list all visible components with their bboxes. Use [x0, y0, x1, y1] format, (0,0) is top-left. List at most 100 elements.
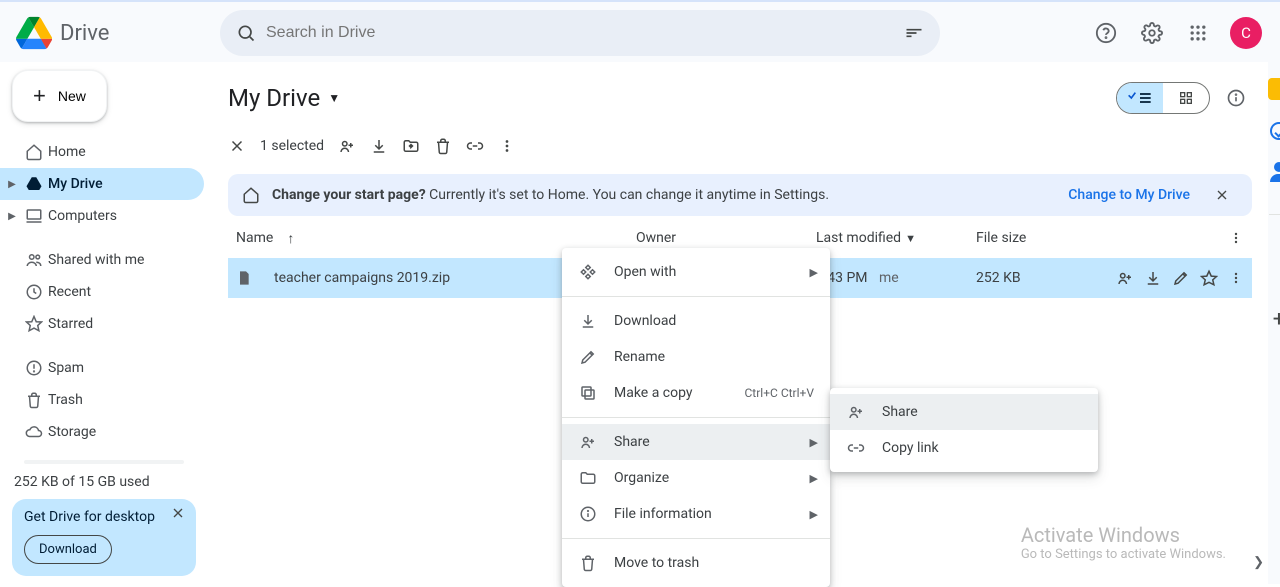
ctx-download[interactable]: Download — [562, 303, 830, 339]
selection-toolbar: 1 selected — [228, 126, 1252, 166]
expand-icon[interactable]: ▶ — [4, 211, 20, 222]
addons-plus-icon[interactable]: + — [1273, 307, 1280, 332]
spam-icon — [20, 359, 48, 377]
keep-icon[interactable] — [1268, 78, 1280, 100]
search-bar — [220, 10, 940, 56]
settings-icon[interactable] — [1132, 13, 1172, 53]
details-icon[interactable] — [1220, 82, 1252, 114]
contacts-icon[interactable] — [1270, 162, 1280, 182]
drive-logo-icon — [16, 15, 52, 51]
ctx-trash[interactable]: Move to trash — [562, 545, 830, 581]
share-button[interactable] — [338, 137, 356, 155]
star-icon — [20, 315, 48, 333]
share-submenu: Share Copy link — [830, 388, 1098, 472]
sort-asc-icon[interactable]: ↑ — [287, 230, 294, 247]
folder-icon — [578, 469, 598, 487]
sidebar-item-label: My Drive — [48, 176, 103, 192]
desktop-promo-title: Get Drive for desktop — [24, 509, 184, 525]
sidebar-item-starred[interactable]: ▶ Starred — [0, 308, 204, 340]
sidebar-item-computers[interactable]: ▶ Computers — [0, 200, 204, 232]
sidebar-item-home[interactable]: ▶ Home — [0, 136, 204, 168]
sidebar-item-label: Spam — [48, 360, 84, 376]
zip-icon — [236, 270, 260, 286]
row-share-icon[interactable] — [1116, 269, 1134, 287]
col-size[interactable]: File size — [976, 230, 1026, 246]
download-button[interactable] — [370, 137, 388, 155]
chevron-right-icon: ▶ — [810, 508, 818, 521]
sidebar-item-shared[interactable]: ▶ Shared with me — [0, 244, 204, 276]
row-download-icon[interactable] — [1144, 269, 1162, 287]
close-icon[interactable] — [170, 505, 186, 521]
banner-cta[interactable]: Change to My Drive — [1068, 187, 1190, 203]
col-name[interactable]: Name — [236, 230, 273, 246]
move-button[interactable] — [402, 137, 420, 155]
sidebar-item-my-drive[interactable]: ▶ My Drive — [0, 168, 204, 200]
search-options-icon[interactable] — [894, 13, 934, 53]
chevron-down-icon[interactable]: ▼ — [905, 232, 916, 245]
layout-toggle — [1116, 82, 1210, 114]
ctx-file-info[interactable]: File information ▶ — [562, 496, 830, 532]
sidebar-item-label: Home — [48, 144, 86, 160]
desktop-download-button[interactable]: Download — [24, 535, 112, 564]
plus-icon: + — [33, 85, 46, 107]
open-with-icon — [578, 263, 598, 281]
ctx-rename[interactable]: Rename — [562, 339, 830, 375]
trash-icon — [20, 391, 48, 409]
app-name: Drive — [60, 21, 109, 46]
expand-icon[interactable]: ▶ — [4, 179, 20, 190]
home-icon — [20, 143, 48, 161]
apps-icon[interactable] — [1178, 13, 1218, 53]
submenu-share[interactable]: Share — [830, 394, 1098, 430]
side-panel: + — [1268, 62, 1280, 584]
ctx-open-with[interactable]: Open with ▶ — [562, 254, 830, 290]
new-button[interactable]: + New — [12, 70, 107, 122]
search-icon[interactable] — [226, 13, 266, 53]
row-rename-icon[interactable] — [1172, 269, 1190, 287]
list-view-button[interactable] — [1117, 83, 1163, 113]
sidebar-item-recent[interactable]: ▶ Recent — [0, 276, 204, 308]
banner-close-icon[interactable] — [1214, 187, 1238, 203]
more-icon[interactable] — [1228, 230, 1244, 246]
more-button[interactable] — [498, 137, 516, 155]
storage-text: 252 KB of 15 GB used — [14, 474, 192, 490]
col-owner[interactable]: Owner — [636, 230, 676, 246]
storage-bar — [24, 460, 184, 464]
modified-by: me — [879, 270, 899, 286]
hide-side-panel-icon[interactable]: ❯ — [1253, 555, 1264, 570]
sidebar-item-spam[interactable]: ▶ Spam — [0, 352, 204, 384]
row-star-icon[interactable] — [1200, 269, 1218, 287]
ctx-make-copy[interactable]: Make a copy Ctrl+C Ctrl+V — [562, 375, 830, 411]
sidebar-item-label: Trash — [48, 392, 83, 408]
help-icon[interactable] — [1086, 13, 1126, 53]
context-menu: Open with ▶ Download Rename Make a copy … — [562, 248, 830, 587]
sidebar-item-label: Storage — [48, 424, 96, 440]
delete-button[interactable] — [434, 137, 452, 155]
chevron-right-icon: ▶ — [810, 472, 818, 485]
new-button-label: New — [58, 88, 86, 104]
clear-selection-button[interactable] — [228, 137, 246, 155]
start-page-banner: Change your start page? Currently it's s… — [228, 174, 1252, 216]
col-modified[interactable]: Last modified — [816, 230, 901, 246]
row-more-icon[interactable] — [1228, 270, 1244, 286]
folder-title-dropdown[interactable]: My Drive ▼ — [228, 84, 340, 112]
link-button[interactable] — [466, 137, 484, 155]
tasks-icon[interactable] — [1270, 122, 1280, 140]
sidebar-item-storage[interactable]: ▶ Storage — [0, 416, 204, 448]
rename-icon — [578, 348, 598, 366]
file-size: 252 KB — [976, 270, 1021, 286]
sidebar-item-trash[interactable]: ▶ Trash — [0, 384, 204, 416]
ctx-organize[interactable]: Organize ▶ — [562, 460, 830, 496]
drive-icon — [20, 175, 48, 193]
sidebar-item-label: Recent — [48, 284, 91, 300]
sidebar-item-label: Starred — [48, 316, 93, 332]
submenu-copy-link[interactable]: Copy link — [830, 430, 1098, 466]
sidebar-item-label: Shared with me — [48, 252, 144, 268]
info-icon — [578, 505, 598, 523]
grid-view-button[interactable] — [1163, 83, 1209, 113]
computers-icon — [20, 207, 48, 225]
account-avatar[interactable]: C — [1230, 17, 1262, 49]
ctx-share[interactable]: Share ▶ — [562, 424, 830, 460]
logo[interactable]: Drive — [16, 15, 212, 51]
search-input[interactable] — [266, 24, 894, 42]
page-title: My Drive — [228, 84, 320, 112]
